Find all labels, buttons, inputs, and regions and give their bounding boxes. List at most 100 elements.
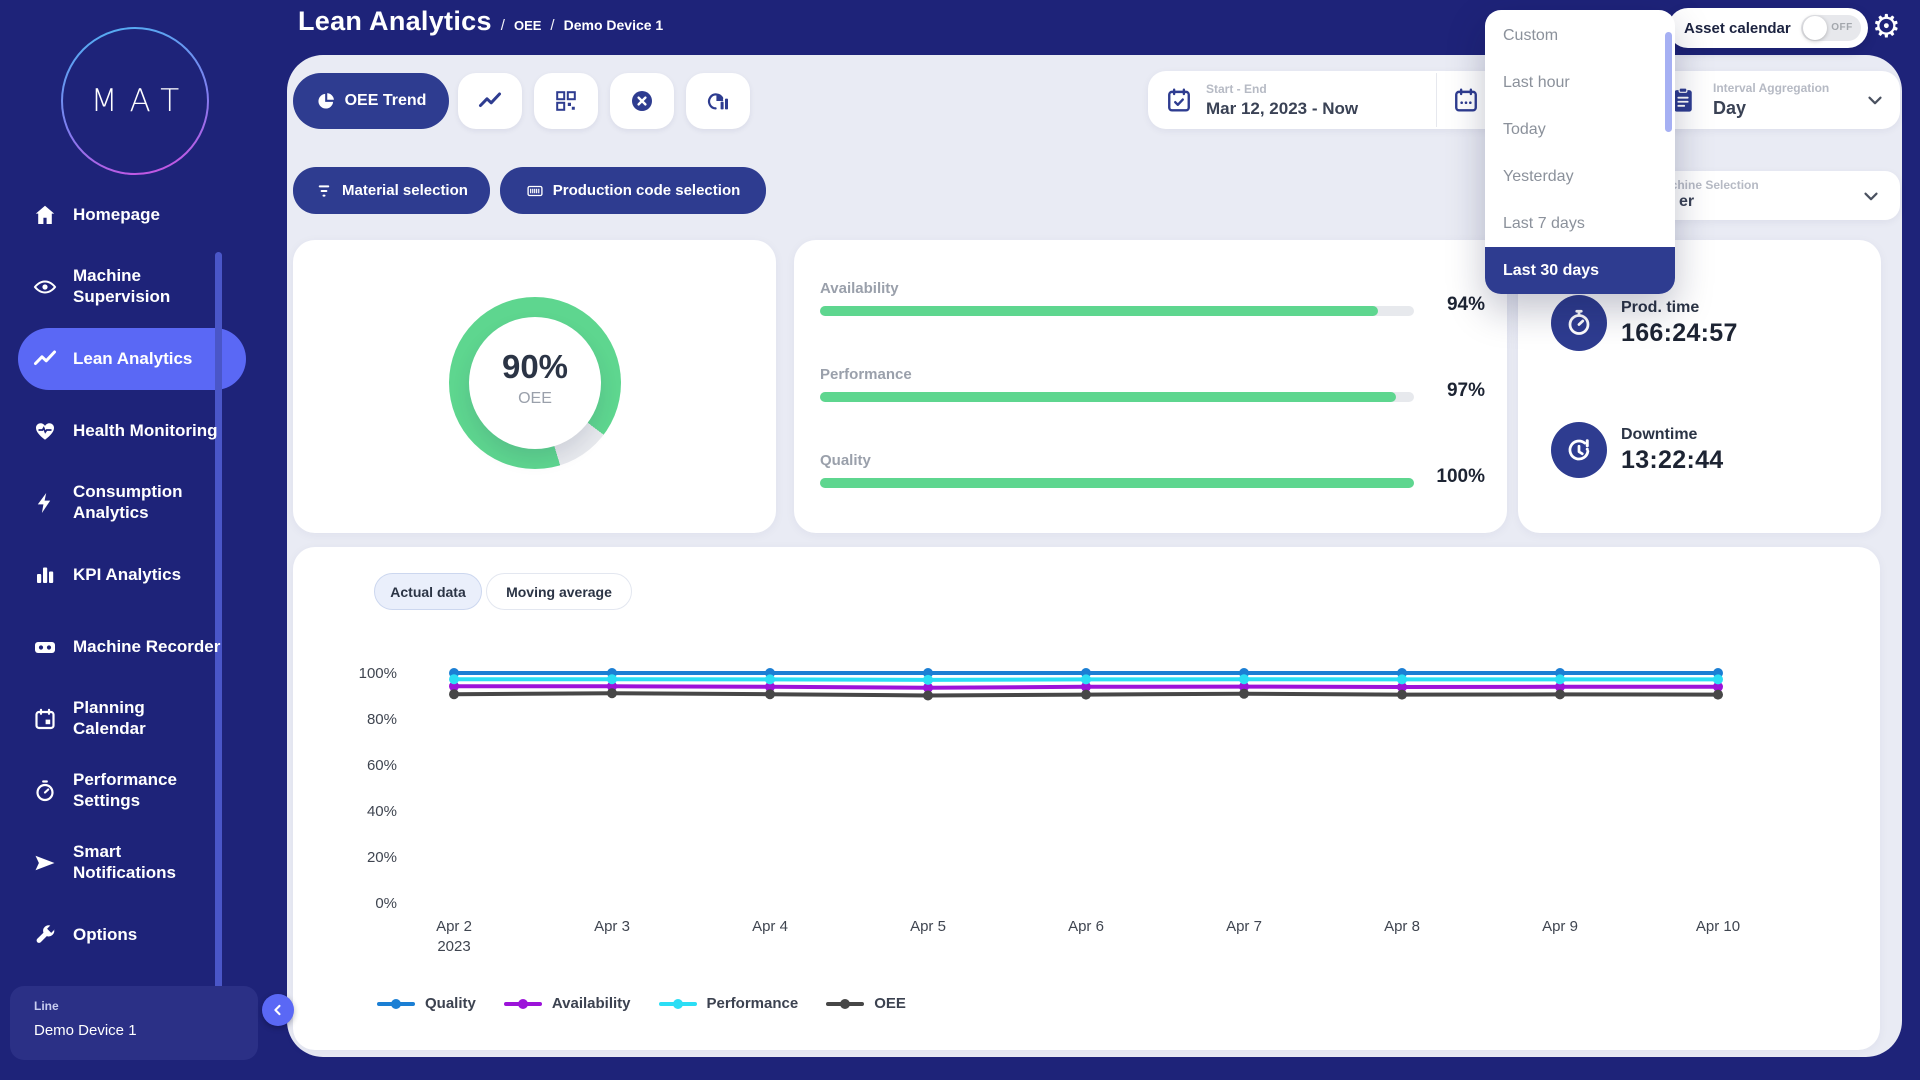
legend-label: Quality (425, 995, 476, 1012)
breadcrumb-separator: / (501, 17, 505, 34)
kpi-bar-value: 100% (1436, 466, 1485, 488)
stopwatch-gauge-icon (33, 779, 57, 803)
interval-aggregation-select[interactable]: Interval Aggregation Day (1655, 71, 1900, 129)
date-range-picker[interactable]: Start - End Mar 12, 2023 - Now (1148, 71, 1528, 129)
view-line-chart-button[interactable] (458, 73, 522, 129)
time-stat-prod-time: Prod. time 166:24:57 (1551, 295, 1738, 351)
breadcrumb-device[interactable]: Demo Device 1 (564, 17, 664, 33)
svg-text:Apr 10: Apr 10 (1696, 918, 1740, 935)
recorder-icon (33, 635, 57, 659)
kpi-bar-row-quality: Quality100% (794, 452, 1507, 532)
dropdown-scrollbar[interactable] (1665, 32, 1672, 132)
asset-calendar-toggle[interactable]: OFF (1801, 15, 1861, 41)
machine-selection-value: er (1679, 193, 1694, 211)
view-stop-button[interactable] (610, 73, 674, 129)
kpi-bar-track (820, 478, 1414, 488)
preset-item-today[interactable]: Today (1485, 106, 1675, 153)
svg-text:Apr 2: Apr 2 (436, 918, 472, 935)
kpi-bar-fill (820, 306, 1378, 316)
svg-text:Apr 8: Apr 8 (1384, 918, 1420, 935)
logo-text: MAT (79, 83, 191, 119)
material-selection-button[interactable]: Material selection (293, 167, 490, 214)
chevron-down-icon (1864, 89, 1886, 116)
eye-icon (33, 275, 57, 299)
sidebar-scrollbar[interactable] (215, 252, 222, 1004)
sidebar-item-homepage[interactable]: Homepage (0, 179, 262, 251)
tab-moving-average[interactable]: Moving average (486, 573, 632, 610)
oee-gauge-card: 90% OEE (293, 240, 776, 533)
sidebar-item-kpi-analytics[interactable]: KPI Analytics (0, 539, 262, 611)
oee-trend-button[interactable]: OEE Trend (293, 73, 449, 129)
legend-item-performance: Performance (659, 995, 799, 1012)
date-range-label: Start - End (1206, 82, 1358, 96)
sidebar-nav: HomepageMachine Supervision Lean Analytic… (0, 179, 262, 971)
asset-calendar-label: Asset calendar (1684, 20, 1791, 37)
kpi-bar-track (820, 306, 1414, 316)
time-stat-label: Downtime (1621, 426, 1723, 444)
preset-item-custom[interactable]: Custom (1485, 12, 1675, 59)
stopwatch-icon (1564, 308, 1594, 338)
time-stat-text: Prod. time 166:24:57 (1621, 299, 1738, 348)
kpi-bar-fill (820, 392, 1396, 402)
tab-actual-data[interactable]: Actual data (374, 573, 482, 610)
view-pie-bars-button[interactable] (686, 73, 750, 129)
chevron-down-icon (1860, 185, 1882, 212)
sidebar-item-health-monitoring[interactable]: Health Monitoring (0, 395, 262, 467)
view-qr-grid-button[interactable] (534, 73, 598, 129)
chevron-left-icon (269, 1001, 287, 1019)
settings-gear-icon[interactable]: ⚙ (1872, 6, 1901, 46)
production-code-selection-button[interactable]: Production code selection (500, 167, 766, 214)
time-stat-value: 13:22:44 (1621, 446, 1723, 475)
chart-legend: QualityAvailabilityPerformanceOEE (377, 995, 906, 1012)
sidebar-item-machine-supervision[interactable]: Machine Supervision (0, 251, 262, 323)
sidebar-item-performance-settings[interactable]: Performance Settings (0, 755, 262, 827)
kpi-bar-row-availability: Availability94% (794, 280, 1507, 360)
date-range-value: Mar 12, 2023 - Now (1206, 99, 1358, 119)
svg-text:Apr 6: Apr 6 (1068, 918, 1104, 935)
svg-text:Apr 4: Apr 4 (752, 918, 788, 935)
device-card-label: Line (34, 999, 258, 1013)
breadcrumb-oee[interactable]: OEE (514, 18, 541, 33)
svg-text:Apr 7: Apr 7 (1226, 918, 1262, 935)
sidebar-item-label: Consumption Analytics (73, 482, 183, 523)
page-title: Lean Analytics (298, 6, 492, 37)
sidebar-item-smart-notifications[interactable]: Smart Notifications (0, 827, 262, 899)
device-card[interactable]: Line Demo Device 1 (10, 986, 258, 1060)
sidebar-item-planning-calendar[interactable]: Planning Calendar (0, 683, 262, 755)
toggle-knob (1803, 16, 1827, 40)
time-stat-icon-circle (1551, 295, 1607, 351)
time-stat-value: 166:24:57 (1621, 319, 1738, 348)
oee-gauge-label: OEE (449, 390, 621, 408)
legend-label: OEE (874, 995, 906, 1012)
sidebar-item-lean-analytics[interactable]: Lean Analytics (0, 323, 262, 395)
qr-grid-icon (554, 89, 578, 113)
sidebar-item-machine-recorder[interactable]: Machine Recorder (0, 611, 262, 683)
preset-item-last-hour[interactable]: Last hour (1485, 59, 1675, 106)
legend-item-quality: Quality (377, 995, 476, 1012)
kpi-bar-label: Performance (820, 366, 912, 383)
sidebar-item-label: Lean Analytics (73, 349, 192, 370)
time-stat-downtime: Downtime 13:22:44 (1551, 422, 1723, 478)
heart-pulse-icon (33, 419, 57, 443)
close-circle-icon (630, 89, 654, 113)
kpi-bar-fill (820, 478, 1414, 488)
calendar-presets-icon[interactable] (1453, 87, 1479, 118)
calendar-icon (33, 707, 57, 731)
sidebar-collapse-button[interactable] (262, 994, 294, 1026)
legend-swatch (377, 1002, 415, 1006)
svg-text:20%: 20% (367, 849, 397, 866)
pie-chart-icon (316, 91, 336, 111)
barcode-icon (526, 182, 544, 200)
legend-swatch (659, 1002, 697, 1006)
preset-item-yesterday[interactable]: Yesterday (1485, 153, 1675, 200)
line-chart-icon (478, 89, 502, 113)
svg-text:40%: 40% (367, 803, 397, 820)
svg-text:Apr 3: Apr 3 (594, 918, 630, 935)
legend-swatch (826, 1002, 864, 1006)
sidebar-item-options[interactable]: Options (0, 899, 262, 971)
preset-item-last-7-days[interactable]: Last 7 days (1485, 200, 1675, 247)
sidebar-item-consumption-analytics[interactable]: Consumption Analytics (0, 467, 262, 539)
preset-item-last-30-days[interactable]: Last 30 days (1485, 247, 1675, 294)
svg-text:0%: 0% (375, 895, 397, 912)
time-stat-label: Prod. time (1621, 299, 1738, 317)
